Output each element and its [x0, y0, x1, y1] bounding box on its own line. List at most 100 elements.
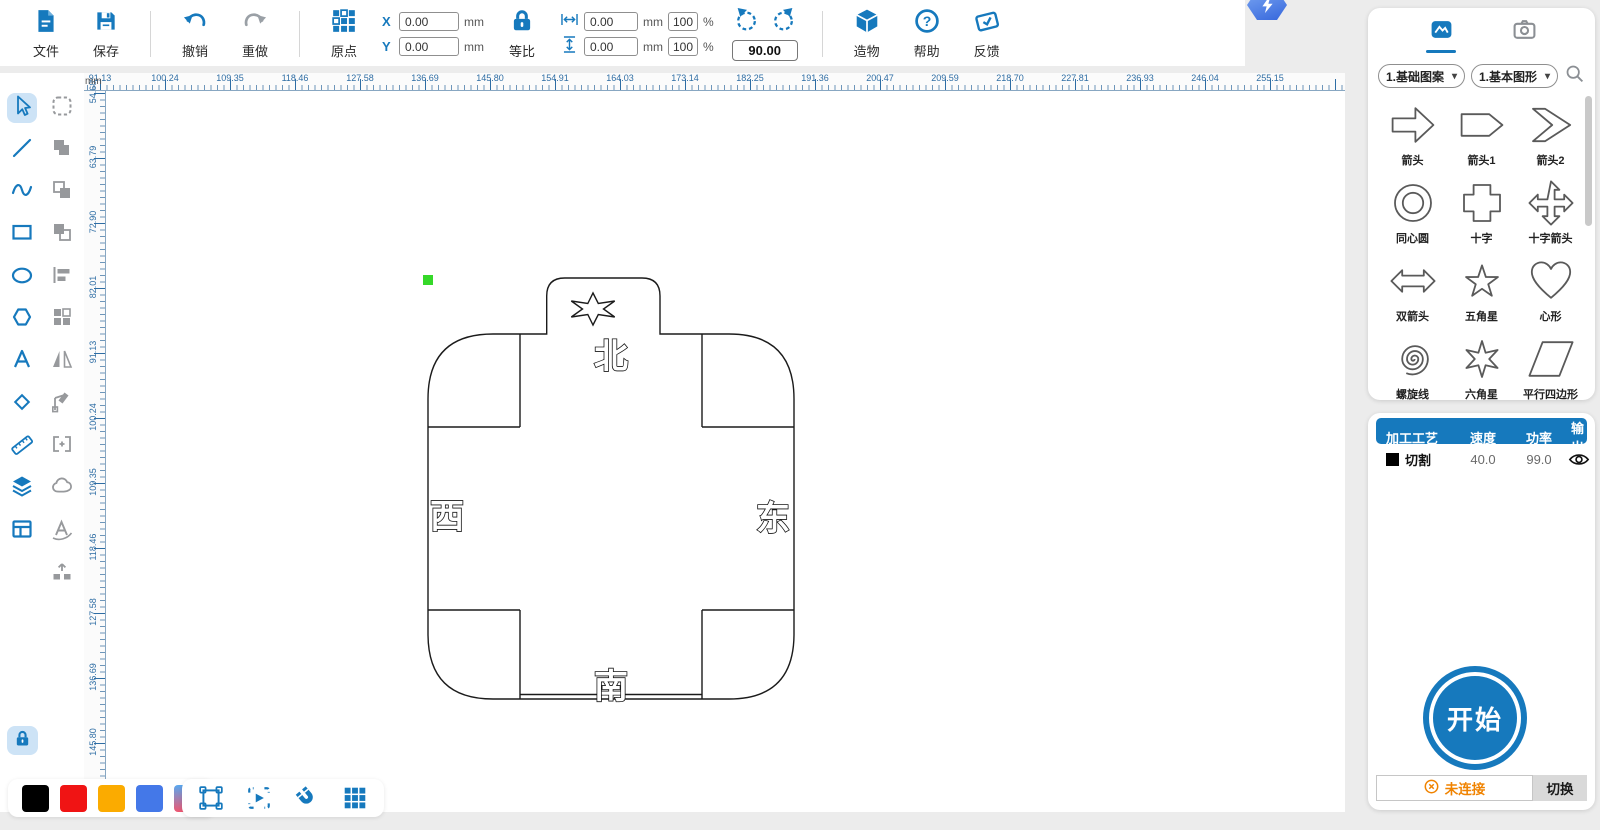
shape-arrow-pentagon[interactable]: 箭头1: [1447, 95, 1516, 173]
width-percent-input[interactable]: [668, 12, 698, 31]
artboard-frame-icon[interactable]: [198, 785, 224, 811]
shape-arrow-right[interactable]: 箭头: [1378, 95, 1447, 173]
tool-select[interactable]: [7, 93, 37, 123]
origin-button[interactable]: 原点: [320, 8, 368, 60]
ruler-label: 127.58: [88, 598, 98, 626]
chevron-down-icon: ▾: [1544, 70, 1550, 82]
design-text-west[interactable]: 西: [429, 496, 465, 538]
tool-ellipse[interactable]: [7, 262, 37, 292]
start-button[interactable]: 开始: [1423, 666, 1527, 770]
design-corner-lines: [428, 334, 794, 699]
parallelogram-icon: [1528, 341, 1573, 377]
height-percent-input[interactable]: [668, 37, 698, 56]
rotate-ccw-icon[interactable]: [734, 7, 759, 37]
tool-line[interactable]: [7, 135, 37, 165]
scrollbar-thumb[interactable]: [1585, 96, 1592, 226]
magnet-snap-icon[interactable]: [294, 785, 320, 811]
tool-mirror[interactable]: [47, 347, 77, 377]
tool-ruler[interactable]: [7, 431, 37, 461]
design-text-south[interactable]: 南: [593, 666, 629, 708]
device-status-bar: 未连接 切换: [1376, 775, 1587, 801]
design-canvas[interactable]: 北 西 东 南: [106, 91, 1345, 812]
tool-layers[interactable]: [7, 474, 37, 504]
mirror-icon: [50, 347, 74, 376]
switch-device-button[interactable]: 切换: [1533, 775, 1587, 801]
tab-camera[interactable]: [1512, 17, 1537, 53]
grid-toggle-icon[interactable]: [342, 785, 368, 811]
tool-table[interactable]: [7, 516, 37, 546]
tool-text-path[interactable]: [47, 516, 77, 546]
line-icon: [10, 136, 34, 165]
process-table: 加工工艺 速度 功率 输出 切割 40.0 99.0: [1376, 418, 1590, 474]
shape-cross[interactable]: 十字: [1447, 173, 1516, 251]
y-position-input[interactable]: [399, 37, 459, 56]
canvas-lock-tool[interactable]: [7, 726, 38, 755]
tool-text[interactable]: [7, 347, 37, 377]
connection-status[interactable]: 未连接: [1376, 775, 1533, 801]
ratio-lock-button[interactable]: 等比: [498, 8, 546, 60]
create-button[interactable]: 造物: [843, 8, 891, 60]
help-button[interactable]: ? 帮助: [903, 8, 951, 60]
concentric-circles-icon: [1393, 184, 1432, 222]
cloud-icon: [50, 474, 74, 503]
redo-button[interactable]: 重做: [231, 8, 279, 60]
shape-heart[interactable]: 心形: [1516, 251, 1585, 329]
polygon-icon: [10, 305, 34, 334]
tab-gallery[interactable]: [1426, 17, 1456, 53]
height-input[interactable]: [584, 37, 638, 56]
color-swatch-2[interactable]: [60, 784, 87, 812]
shape-grid: 箭头 箭头1 箭头2 同心圆 十字 十字箭头 双箭头 五角星 心形 螺旋线 六角星 平行四边形: [1368, 91, 1595, 400]
rectangle-icon: [10, 220, 34, 249]
tool-eraser[interactable]: [7, 389, 37, 419]
width-input[interactable]: [584, 12, 638, 31]
shape-star-5[interactable]: 五角星: [1447, 251, 1516, 329]
tool-union[interactable]: [47, 135, 77, 165]
subcategory-dropdown[interactable]: 1.基本图形 ▾: [1471, 64, 1558, 88]
library-filters: 1.基础图案 ▾ 1.基本图形 ▾: [1368, 55, 1595, 91]
shape-cross-arrows[interactable]: 十字箭头: [1516, 173, 1585, 251]
tool-node-edit[interactable]: [47, 389, 77, 419]
tool-cloud[interactable]: [47, 474, 77, 504]
process-row[interactable]: 切割 40.0 99.0: [1376, 444, 1590, 474]
ruler-label: 154.91: [541, 73, 569, 83]
color-swatch-3[interactable]: [98, 784, 125, 812]
undo-button[interactable]: 撤销: [171, 8, 219, 60]
tool-align[interactable]: [47, 262, 77, 292]
ruler-label: 218.70: [996, 73, 1024, 83]
shape-chevron[interactable]: 箭头2: [1516, 95, 1585, 173]
save-button[interactable]: 保存: [82, 8, 130, 60]
tool-fragment[interactable]: [47, 220, 77, 250]
ruler-label: 100.24: [88, 403, 98, 431]
tool-rectangle[interactable]: [7, 220, 37, 250]
output-visibility-toggle[interactable]: [1568, 452, 1590, 467]
shape-double-arrow[interactable]: 双箭头: [1378, 251, 1447, 329]
feedback-button[interactable]: 反馈: [963, 8, 1011, 60]
tool-subtract[interactable]: [47, 178, 77, 208]
color-swatch-1[interactable]: [22, 784, 49, 812]
shape-star-6[interactable]: 六角星: [1447, 329, 1516, 400]
design-text-north[interactable]: 北: [593, 336, 629, 378]
tool-marquee[interactable]: [47, 93, 77, 123]
ruler-label: 246.04: [1191, 73, 1219, 83]
shape-parallelogram[interactable]: 平行四边形: [1516, 329, 1585, 400]
category-dropdown[interactable]: 1.基础图案 ▾: [1378, 64, 1465, 88]
design-text-east[interactable]: 东: [755, 498, 791, 540]
app-logo-badge[interactable]: [1247, 0, 1287, 20]
compass-design[interactable]: 北 西 东 南: [400, 240, 820, 710]
shape-spiral[interactable]: 螺旋线: [1378, 329, 1447, 400]
color-swatch-4[interactable]: [136, 784, 163, 812]
tool-arrange[interactable]: [47, 305, 77, 335]
preview-icon[interactable]: [246, 785, 272, 811]
question-icon: ?: [914, 8, 940, 39]
tool-split[interactable]: [47, 558, 77, 588]
rotate-cw-icon[interactable]: [771, 7, 796, 37]
file-button[interactable]: 文件: [22, 8, 70, 60]
tool-polygon[interactable]: [7, 305, 37, 335]
x-position-input[interactable]: [399, 12, 459, 31]
search-icon[interactable]: [1564, 63, 1585, 89]
rotation-input[interactable]: [731, 40, 798, 61]
tool-weld[interactable]: [47, 431, 77, 461]
shape-concentric-circles[interactable]: 同心圆: [1378, 173, 1447, 251]
box-icon: [854, 8, 880, 39]
tool-curve[interactable]: [7, 178, 37, 208]
